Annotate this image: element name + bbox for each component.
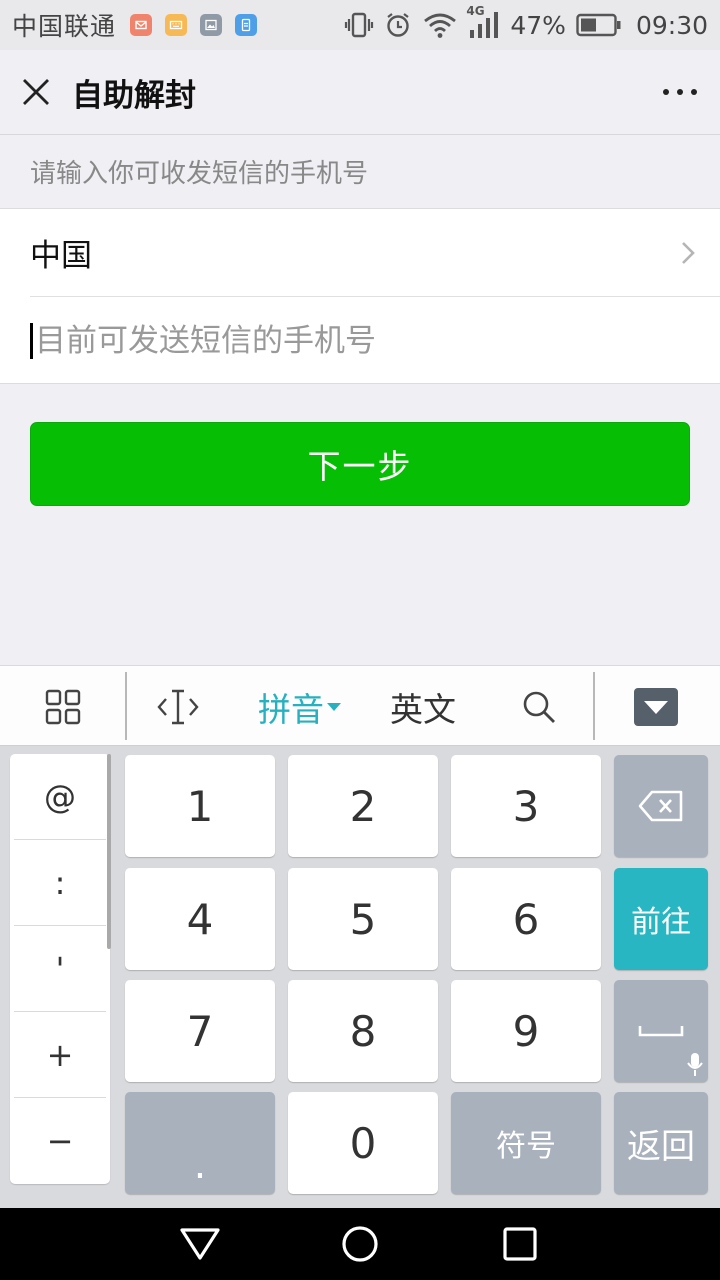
back-triangle-icon xyxy=(180,1228,220,1260)
mail-icon xyxy=(130,14,153,36)
english-mode-button[interactable]: 英文 xyxy=(370,666,476,747)
ime-toolbar: 拼音 英文 xyxy=(0,665,720,746)
key-5[interactable]: 5 xyxy=(288,868,438,970)
keyboard-hide-icon xyxy=(634,687,678,726)
hide-keyboard-button[interactable] xyxy=(616,666,696,747)
symbol-list[interactable]: @ : ' + − xyxy=(10,754,110,1184)
alarm-icon xyxy=(387,13,410,37)
dot-key[interactable]: . xyxy=(125,1092,275,1194)
close-icon xyxy=(23,79,49,105)
grid-icon xyxy=(45,689,81,724)
symbol-key-plus[interactable]: + xyxy=(14,1012,106,1098)
nav-bar: 自助解封 xyxy=(0,50,720,135)
more-button[interactable] xyxy=(640,50,720,135)
clock: 09:30 xyxy=(635,10,708,40)
battery-icon xyxy=(576,13,621,37)
chevron-right-icon xyxy=(682,241,695,264)
country-label: 中国 xyxy=(30,238,92,274)
recents-square-icon xyxy=(503,1227,537,1261)
vibrate-icon xyxy=(345,12,374,38)
cursor-move-button[interactable] xyxy=(135,666,221,747)
country-selector[interactable]: 中国 xyxy=(30,209,720,297)
next-step-button[interactable]: 下一步 xyxy=(30,422,690,506)
phone-input[interactable] xyxy=(30,322,670,359)
toolbar-divider xyxy=(125,672,127,740)
backspace-icon xyxy=(638,790,683,822)
go-key[interactable]: 前往 xyxy=(614,868,708,970)
sim-icon xyxy=(235,14,258,36)
toolbar-divider xyxy=(593,672,595,740)
carrier-name: 中国联通 xyxy=(12,12,117,41)
key-9[interactable]: 9 xyxy=(451,980,601,1082)
key-0[interactable]: 0 xyxy=(288,1092,438,1194)
nav-home-button[interactable] xyxy=(310,1208,410,1280)
system-nav-bar xyxy=(0,1208,720,1280)
back-key[interactable]: 返回 xyxy=(614,1092,708,1194)
key-6[interactable]: 6 xyxy=(451,868,601,970)
symbol-list-scrollbar[interactable] xyxy=(107,754,111,949)
text-cursor-icon xyxy=(157,689,199,724)
key-1[interactable]: 1 xyxy=(125,755,275,857)
dot-key-label: . xyxy=(193,1142,207,1188)
symbol-key-minus[interactable]: − xyxy=(14,1098,106,1184)
page-title: 自助解封 xyxy=(72,77,196,114)
caret-down-icon xyxy=(327,702,341,711)
signal-icon xyxy=(470,12,499,38)
nav-recents-button[interactable] xyxy=(470,1208,570,1280)
wifi-icon xyxy=(424,13,457,38)
pinyin-label: 拼音 xyxy=(258,689,324,729)
symbol-key-at[interactable]: @ xyxy=(14,754,106,840)
search-icon xyxy=(523,691,555,723)
backspace-key[interactable] xyxy=(614,755,708,857)
close-button[interactable] xyxy=(0,50,72,135)
status-bar: 中国联通 4G 47% 09:30 xyxy=(0,0,720,50)
key-3[interactable]: 3 xyxy=(451,755,601,857)
numeric-keyboard: @ : ' + − 1 2 3 4 5 6 前往 7 8 9 . 0 符号 返回 xyxy=(0,746,720,1208)
keyboard-icon xyxy=(165,14,188,36)
key-2[interactable]: 2 xyxy=(288,755,438,857)
battery-percent: 47% xyxy=(510,10,566,40)
microphone-icon xyxy=(687,1053,703,1076)
space-key[interactable] xyxy=(614,980,708,1082)
ime-search-button[interactable] xyxy=(496,666,582,747)
phone-form: 中国 xyxy=(0,208,720,384)
symbol-key-apostrophe[interactable]: ' xyxy=(14,926,106,1012)
symbol-key-colon[interactable]: : xyxy=(14,840,106,926)
symbols-key[interactable]: 符号 xyxy=(451,1092,601,1194)
phone-row xyxy=(0,297,720,384)
english-label: 英文 xyxy=(390,689,456,729)
home-circle-icon xyxy=(342,1226,378,1262)
key-7[interactable]: 7 xyxy=(125,980,275,1082)
form-hint: 请输入你可收发短信的手机号 xyxy=(30,159,369,189)
cell-signal: 4G xyxy=(466,4,500,40)
space-icon xyxy=(638,1026,684,1037)
nav-back-button[interactable] xyxy=(150,1208,250,1280)
pinyin-mode-button[interactable]: 拼音 xyxy=(240,666,360,747)
ime-menu-button[interactable] xyxy=(20,666,106,747)
image-icon xyxy=(200,14,223,36)
more-icon xyxy=(663,89,697,95)
key-4[interactable]: 4 xyxy=(125,868,275,970)
key-8[interactable]: 8 xyxy=(288,980,438,1082)
